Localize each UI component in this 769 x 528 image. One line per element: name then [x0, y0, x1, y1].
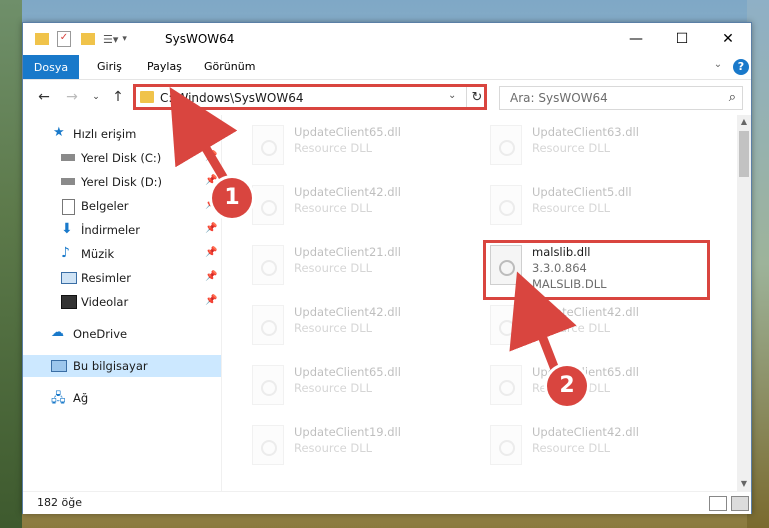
file-item[interactable]: UpdateClient65.dll Resource DLL	[486, 359, 716, 413]
drive-icon	[61, 154, 75, 161]
sidebar-item-onedrive[interactable]: ☁ OneDrive	[23, 323, 221, 345]
dll-file-icon	[490, 125, 522, 165]
tab-file[interactable]: Dosya	[23, 55, 79, 79]
properties-icon[interactable]: ✓	[57, 31, 71, 47]
file-item[interactable]: UpdateClient65.dll Resource DLL	[248, 359, 478, 413]
view-options-icon[interactable]: ☰▾	[103, 33, 118, 46]
ribbon-tabs: Dosya Giriş Paylaş Görünüm ⌄ ?	[23, 55, 751, 80]
address-highlight-box	[133, 84, 487, 110]
dll-file-icon	[490, 185, 522, 225]
vertical-scrollbar[interactable]: ▲ ▼	[737, 115, 751, 491]
file-item[interactable]: UpdateClient21.dll Resource DLL	[248, 239, 478, 293]
cloud-icon: ☁	[51, 325, 64, 340]
details-view-icon[interactable]	[709, 496, 727, 511]
close-button[interactable]: ✕	[705, 23, 751, 55]
star-icon: ★	[53, 125, 65, 140]
dll-file-icon	[252, 245, 284, 285]
customize-toolbar-icon[interactable]: ▾	[122, 34, 127, 44]
sidebar-item-network[interactable]: 🖧 Ağ	[23, 387, 221, 409]
sidebar-item-documents[interactable]: Belgeler 📌	[23, 195, 221, 217]
pin-icon[interactable]: 📌	[205, 151, 217, 162]
minimize-button[interactable]: —	[613, 23, 659, 55]
quick-access-toolbar: ✓ ☰▾ ▾	[35, 31, 127, 47]
forward-button[interactable]: →	[63, 88, 81, 106]
scroll-thumb[interactable]	[739, 131, 749, 177]
dll-file-icon	[252, 305, 284, 345]
dll-file-icon	[252, 125, 284, 165]
search-placeholder: Ara: SysWOW64	[510, 91, 608, 105]
sidebar-item-music[interactable]: ♪ Müzik 📌	[23, 243, 221, 265]
status-bar: 182 öğe	[23, 491, 751, 514]
sidebar-item-quick-access[interactable]: ★ Hızlı erişim	[23, 123, 221, 145]
back-button[interactable]: ←	[35, 88, 53, 106]
tiles-view-icon[interactable]	[731, 496, 749, 511]
scroll-up-icon[interactable]: ▲	[737, 115, 751, 129]
file-list: UpdateClient65.dll Resource DLL UpdateCl…	[221, 115, 738, 491]
file-item[interactable]: UpdateClient42.dll Resource DLL	[248, 299, 478, 353]
dll-file-icon	[252, 185, 284, 225]
title-bar: ✓ ☰▾ ▾ SysWOW64 — ☐ ✕	[23, 23, 751, 55]
file-item[interactable]: UpdateClient42.dll Resource DLL	[486, 419, 716, 473]
pin-icon[interactable]: 📌	[205, 295, 217, 306]
new-folder-icon[interactable]	[81, 33, 95, 45]
expand-ribbon-icon[interactable]: ⌄	[711, 59, 725, 73]
dll-file-icon	[252, 365, 284, 405]
sidebar-item-pictures[interactable]: Resimler 📌	[23, 267, 221, 289]
recent-locations-button[interactable]: ⌄	[87, 88, 105, 106]
network-icon: 🖧	[51, 391, 66, 406]
step-2-badge: 2	[547, 366, 587, 406]
sidebar-item-local-disk-c[interactable]: Yerel Disk (C:) 📌	[23, 147, 221, 169]
file-item[interactable]: UpdateClient42.dll Resource DLL	[248, 179, 478, 233]
tab-share[interactable]: Paylaş	[147, 60, 182, 73]
item-count: 182 öğe	[37, 496, 82, 509]
file-item[interactable]: UpdateClient5.dll Resource DLL	[486, 179, 716, 233]
computer-icon	[51, 360, 67, 372]
file-item[interactable]: UpdateClient42.dll Resource DLL	[486, 299, 716, 353]
file-item[interactable]: UpdateClient19.dll Resource DLL	[248, 419, 478, 473]
tab-view[interactable]: Görünüm	[204, 60, 255, 73]
search-input[interactable]: Ara: SysWOW64 ⌕	[499, 86, 743, 110]
music-icon: ♪	[61, 245, 70, 261]
file-item[interactable]: UpdateClient65.dll Resource DLL	[248, 119, 478, 173]
help-icon[interactable]: ?	[733, 59, 749, 75]
dll-file-icon	[490, 425, 522, 465]
step-1-badge: 1	[212, 178, 252, 218]
search-icon: ⌕	[728, 90, 736, 105]
drive-icon	[61, 178, 75, 185]
dll-file-icon	[490, 365, 522, 405]
pin-icon[interactable]: 📌	[205, 271, 217, 282]
tab-home[interactable]: Giriş	[97, 60, 122, 73]
document-icon	[62, 199, 75, 215]
dll-file-icon	[490, 305, 522, 345]
download-icon: ⬇	[61, 221, 73, 237]
pin-icon[interactable]: 📌	[205, 247, 217, 258]
video-icon	[61, 295, 77, 309]
sidebar-item-this-pc[interactable]: Bu bilgisayar	[23, 355, 221, 377]
maximize-button[interactable]: ☐	[659, 23, 705, 55]
scroll-down-icon[interactable]: ▼	[737, 477, 751, 491]
window-title: SysWOW64	[165, 32, 235, 46]
pin-icon[interactable]: 📌	[205, 223, 217, 234]
file-item[interactable]: UpdateClient63.dll Resource DLL	[486, 119, 716, 173]
dll-file-icon	[252, 425, 284, 465]
navigation-pane: ★ Hızlı erişim Yerel Disk (C:) 📌 Yerel D…	[23, 115, 221, 491]
up-button[interactable]: ↑	[109, 88, 127, 106]
sidebar-item-local-disk-d[interactable]: Yerel Disk (D:) 📌	[23, 171, 221, 193]
sidebar-item-downloads[interactable]: ⬇ İndirmeler 📌	[23, 219, 221, 241]
desktop-background-left	[0, 0, 22, 528]
sidebar-item-videos[interactable]: Videolar 📌	[23, 291, 221, 313]
file-highlight-box	[483, 240, 710, 300]
picture-icon	[61, 272, 77, 284]
folder-icon	[35, 33, 49, 45]
